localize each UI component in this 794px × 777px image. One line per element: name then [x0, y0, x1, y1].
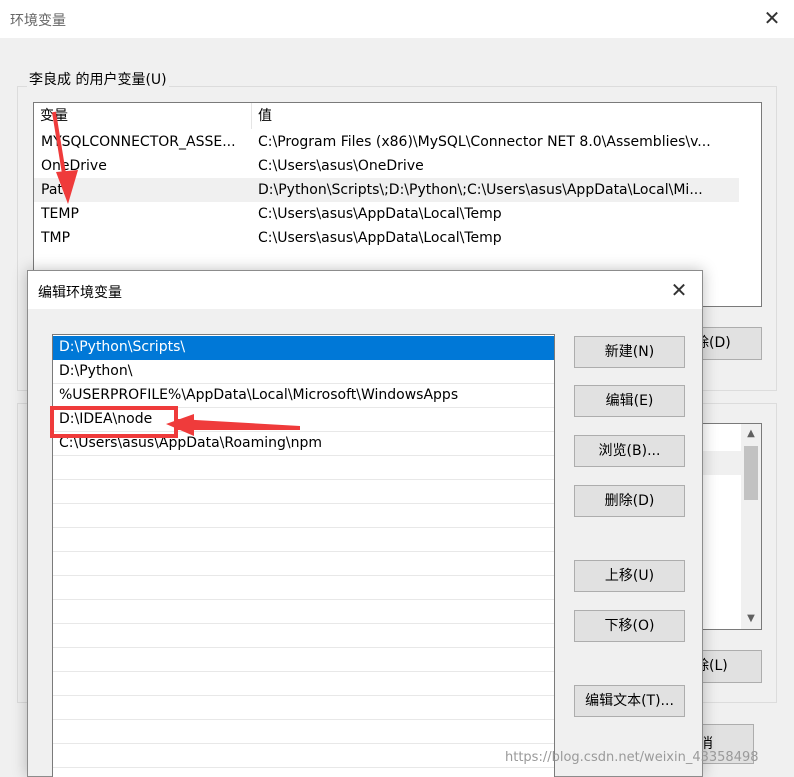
edit-button[interactable]: 编辑(E) [574, 385, 685, 417]
variable-name: TMP [41, 230, 71, 246]
table-row[interactable]: TMP C:\Users\asus\AppData\Local\Temp [34, 226, 739, 250]
new-button[interactable]: 新建(N) [574, 336, 685, 368]
column-header-value[interactable]: 值 [252, 103, 761, 129]
scroll-down-icon[interactable]: ▼ [741, 609, 761, 629]
scroll-up-icon[interactable]: ▲ [741, 424, 761, 444]
variable-value: C:\Users\asus\AppData\Local\Temp [258, 206, 502, 222]
list-item-empty[interactable] [53, 480, 554, 504]
list-item[interactable]: D:\Python\ [53, 360, 554, 384]
table-row[interactable]: TEMP C:\Users\asus\AppData\Local\Temp [34, 202, 739, 226]
move-down-button[interactable]: 下移(O) [574, 610, 685, 642]
variable-value: C:\Program Files (x86)\MySQL\Connector N… [258, 134, 711, 150]
user-variables-group-label: 李良成 的用户变量(U) [27, 69, 169, 89]
window-titlebar: 环境变量 ✕ [0, 0, 794, 38]
list-item-empty[interactable] [53, 696, 554, 720]
list-item-empty[interactable] [53, 624, 554, 648]
variable-name: MYSQLCONNECTOR_ASSE... [41, 134, 236, 150]
list-item-empty[interactable] [53, 744, 554, 768]
list-item[interactable]: %USERPROFILE%\AppData\Local\Microsoft\Wi… [53, 384, 554, 408]
delete-button[interactable]: 删除(D) [574, 485, 685, 517]
scrollbar-thumb[interactable] [744, 446, 758, 500]
annotation-highlight-box [50, 406, 178, 438]
dialog-title: 编辑环境变量 [38, 285, 122, 301]
list-item-empty[interactable] [53, 600, 554, 624]
window-title: 环境变量 [10, 13, 66, 29]
list-header: 变量 值 [34, 103, 761, 129]
list-item-empty[interactable] [53, 528, 554, 552]
list-item-empty[interactable] [53, 648, 554, 672]
watermark-text: https://blog.csdn.net/weixin_43358498 [505, 750, 759, 765]
close-icon[interactable]: ✕ [760, 6, 784, 30]
close-icon[interactable]: ✕ [666, 277, 692, 303]
variable-value: C:\Users\asus\OneDrive [258, 158, 424, 174]
table-row-selected[interactable]: Path D:\Python\Scripts\;D:\Python\;C:\Us… [34, 178, 739, 202]
browse-button[interactable]: 浏览(B)... [574, 435, 685, 467]
list-item-empty[interactable] [53, 504, 554, 528]
edit-text-button[interactable]: 编辑文本(T)... [574, 685, 685, 717]
dialog-titlebar: 编辑环境变量 ✕ [28, 271, 702, 309]
column-header-variable[interactable]: 变量 [34, 103, 252, 129]
table-row[interactable]: OneDrive C:\Users\asus\OneDrive [34, 154, 739, 178]
list-item-empty[interactable] [53, 672, 554, 696]
path-entries-list[interactable]: D:\Python\Scripts\ D:\Python\ %USERPROFI… [52, 334, 555, 777]
path-entry-text: D:\Python\Scripts\ [59, 339, 186, 355]
scrollbar[interactable]: ▲ ▼ [741, 424, 761, 629]
list-item-empty[interactable] [53, 456, 554, 480]
variable-name: Path [41, 182, 72, 198]
list-item-selected[interactable]: D:\Python\Scripts\ [53, 336, 554, 360]
path-entry-text: D:\Python\ [59, 363, 133, 379]
variable-name: TEMP [41, 206, 79, 222]
variable-value: C:\Users\asus\AppData\Local\Temp [258, 230, 502, 246]
move-up-button[interactable]: 上移(U) [574, 560, 685, 592]
list-item-empty[interactable] [53, 552, 554, 576]
list-item-empty[interactable] [53, 720, 554, 744]
variable-name: OneDrive [41, 158, 107, 174]
list-item-empty[interactable] [53, 576, 554, 600]
variable-value: D:\Python\Scripts\;D:\Python\;C:\Users\a… [258, 182, 703, 198]
edit-environment-variable-dialog: 编辑环境变量 ✕ D:\Python\Scripts\ D:\Python\ %… [27, 270, 703, 777]
path-entry-text: %USERPROFILE%\AppData\Local\Microsoft\Wi… [59, 387, 459, 403]
table-row[interactable]: MYSQLCONNECTOR_ASSE... C:\Program Files … [34, 130, 739, 154]
